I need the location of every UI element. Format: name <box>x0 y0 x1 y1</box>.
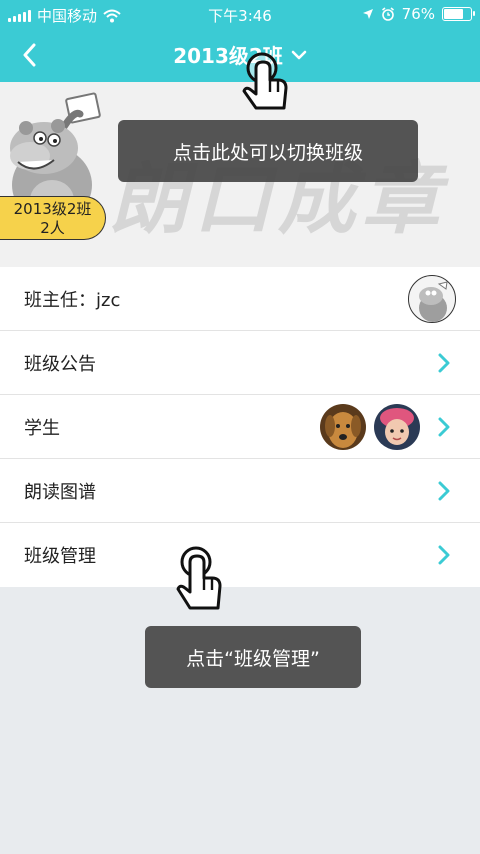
teacher-label: 班主任：jzc <box>24 289 121 311</box>
row-reading-map[interactable]: 朗读图谱 <box>0 459 480 523</box>
chevron-right-icon <box>438 353 450 373</box>
dog-photo-icon <box>325 412 361 448</box>
class-badge-count: 2人 <box>40 219 65 237</box>
reading-map-label: 朗读图谱 <box>24 481 96 503</box>
chevron-right-icon <box>438 545 450 565</box>
battery-fill <box>444 9 463 19</box>
student-avatar-child <box>374 404 420 450</box>
student-avatar-dog <box>320 404 366 450</box>
class-management-tooltip-text: 点击“班级管理” <box>186 647 320 670</box>
students-label: 学生 <box>24 417 60 439</box>
chevron-right-icon <box>438 417 450 437</box>
status-bar: 中国移动 下午3:46 76% <box>0 0 480 28</box>
row-students[interactable]: 学生 <box>0 395 480 459</box>
row-announcement[interactable]: 班级公告 <box>0 331 480 395</box>
class-badge-name: 2013级2班 <box>13 200 92 218</box>
class-badge: 2013级2班 2人 <box>0 196 106 240</box>
battery-percent: 76% <box>401 5 435 23</box>
row-class-management[interactable]: 班级管理 <box>0 523 480 587</box>
switch-class-tooltip-text: 点击此处可以切换班级 <box>172 141 363 164</box>
class-menu-list: 班主任：jzc 班级公告 学生 朗读图谱 班级管理 <box>0 267 480 587</box>
alarm-icon <box>381 7 394 21</box>
row-teacher[interactable]: 班主任：jzc <box>0 267 480 331</box>
pointing-hand-icon <box>242 52 288 110</box>
pointing-hand-icon <box>176 546 222 610</box>
chevron-right-icon <box>438 481 450 501</box>
teacher-avatar <box>408 275 456 323</box>
class-management-label: 班级管理 <box>24 546 96 567</box>
battery-icon <box>442 7 475 21</box>
hippo-avatar-icon <box>419 281 448 322</box>
child-photo-icon <box>380 408 414 445</box>
location-icon <box>362 9 373 19</box>
switch-class-tooltip: 点击此处可以切换班级 <box>118 120 418 182</box>
announcement-label: 班级公告 <box>24 353 96 375</box>
class-management-tooltip: 点击“班级管理” <box>145 626 361 688</box>
